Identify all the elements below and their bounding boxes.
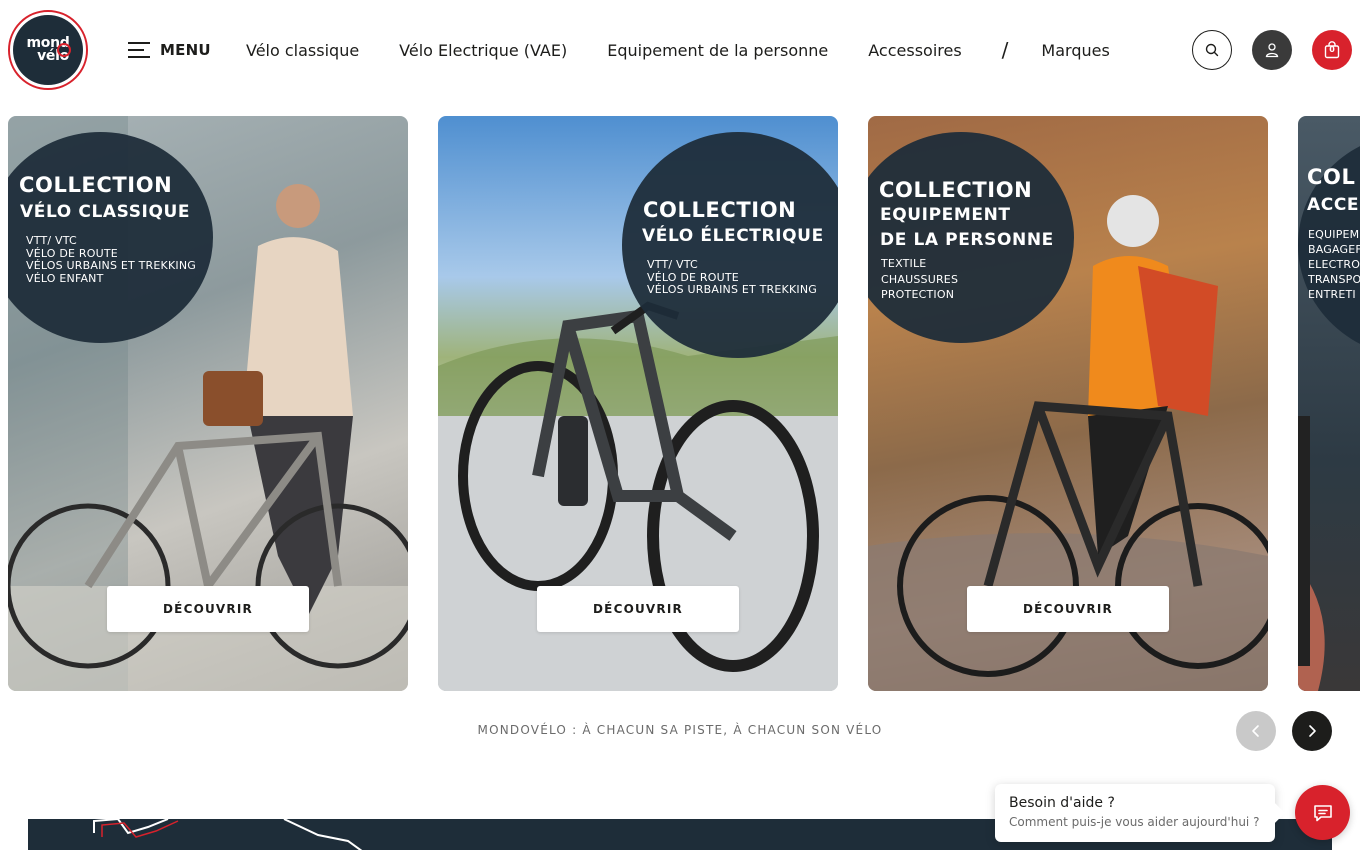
chevron-right-icon <box>1309 725 1316 737</box>
collection-items: EQUIPEM BAGAGEF ELECTRO TRANSPO ENTRETI <box>1308 227 1360 302</box>
collection-item: TEXTILE <box>881 257 927 270</box>
help-bubble[interactable]: Besoin d'aide ? Comment puis-je vous aid… <box>995 784 1285 842</box>
collection-items: VTT/ VTC VÉLO DE ROUTE VÉLOS URBAINS ET … <box>647 258 817 297</box>
nav-link-equipement[interactable]: Equipement de la personne <box>607 41 828 60</box>
collection-items: VTT/ VTC VÉLO DE ROUTE VÉLOS URBAINS ET … <box>26 234 196 285</box>
trail-map-decoration <box>93 819 363 850</box>
collection-item: BAGAGEF <box>1308 243 1360 256</box>
help-text: Comment puis-je vous aider aujourd'hui ? <box>1009 815 1260 829</box>
collection-item: TRANSPO <box>1308 273 1360 286</box>
collection-item: CHAUSSURES <box>881 272 959 286</box>
mondovelo-logo[interactable]: mond vélo <box>8 10 88 90</box>
chevron-left-icon <box>1252 725 1259 737</box>
logo-line-2: vélo <box>37 48 69 64</box>
nav-link-velo-classique[interactable]: Vélo classique <box>246 41 359 60</box>
menu-label: MENU <box>160 41 211 59</box>
nav-separator: / <box>1001 38 1009 62</box>
nav-link-accessoires[interactable]: Accessoires <box>868 41 961 60</box>
menu-button[interactable]: MENU <box>128 38 211 62</box>
collection-subtitle: VÉLO CLASSIQUE <box>20 202 191 222</box>
collection-item: VTT/ VTC <box>647 258 698 271</box>
collection-title: COLLECTION <box>643 198 797 222</box>
collection-item: ELECTRO <box>1308 258 1360 271</box>
account-button[interactable] <box>1252 30 1292 70</box>
hamburger-icon <box>128 40 152 60</box>
collection-item: VÉLO ENFANT <box>26 271 104 285</box>
collection-subtitle: DE LA PERSONNE <box>880 230 1054 250</box>
collection-item: EQUIPEM <box>1308 228 1360 241</box>
chat-button[interactable] <box>1295 785 1350 840</box>
collection-subtitle: ACCE <box>1307 195 1360 215</box>
collections-carousel: COLLECTION VÉLO CLASSIQUE VTT/ VTC VÉLO … <box>8 116 1360 691</box>
cart-count-badge: 0 <box>1329 45 1335 54</box>
collection-card-velo-classique[interactable]: COLLECTION VÉLO CLASSIQUE VTT/ VTC VÉLO … <box>8 116 408 691</box>
collection-subtitle: VÉLO ÉLECTRIQUE <box>642 226 824 246</box>
decouvrir-button[interactable]: DÉCOUVRIR <box>107 586 309 632</box>
collection-item: ENTRETI <box>1308 288 1356 301</box>
collection-title: COL <box>1307 165 1356 189</box>
collection-card-velo-electrique[interactable]: COLLECTION VÉLO ÉLECTRIQUE VTT/ VTC VÉLO… <box>438 116 838 691</box>
main-nav: Vélo classique Vélo Electrique (VAE) Equ… <box>246 38 1150 62</box>
nav-link-marques[interactable]: Marques <box>1041 41 1109 60</box>
user-icon <box>1265 43 1279 58</box>
carousel-prev-button[interactable] <box>1236 711 1276 751</box>
collection-item: VTT/ VTC <box>26 234 77 247</box>
logo-badge: mond vélo <box>13 15 83 85</box>
decouvrir-button[interactable]: DÉCOUVRIR <box>967 586 1169 632</box>
chat-icon <box>1313 804 1332 821</box>
collection-item: VÉLOS URBAINS ET TREKKING <box>647 283 817 296</box>
collection-title: COLLECTION <box>879 178 1033 202</box>
collection-item: PROTECTION <box>881 288 955 301</box>
collection-card-accessoires[interactable]: COL ACCE EQUIPEM BAGAGEF ELECTRO TRANSPO… <box>1298 116 1360 691</box>
decouvrir-button[interactable]: DÉCOUVRIR <box>537 586 739 632</box>
logo-wordmark: mond vélo <box>13 36 83 64</box>
search-button[interactable] <box>1192 30 1232 70</box>
tagline: MONDOVÉLO : À CHACUN SA PISTE, À CHACUN … <box>477 723 883 737</box>
help-title: Besoin d'aide ? <box>1009 795 1115 811</box>
collection-title: COLLECTION <box>19 173 173 197</box>
logo-ring-mark <box>57 43 71 57</box>
search-icon <box>1205 43 1219 57</box>
collection-items: TEXTILE CHAUSSURES PROTECTION <box>881 256 958 303</box>
nav-link-velo-electrique[interactable]: Vélo Electrique (VAE) <box>399 41 567 60</box>
collection-subtitle: EQUIPEMENT <box>880 205 1011 225</box>
collection-item: VÉLOS URBAINS ET TREKKING <box>26 259 196 272</box>
cart-button[interactable]: 0 <box>1312 30 1352 70</box>
collection-card-equipement[interactable]: COLLECTION EQUIPEMENT DE LA PERSONNE TEX… <box>868 116 1268 691</box>
carousel-next-button[interactable] <box>1292 711 1332 751</box>
site-header: mond vélo MENU Vélo classique Vélo Elect… <box>0 0 1360 100</box>
